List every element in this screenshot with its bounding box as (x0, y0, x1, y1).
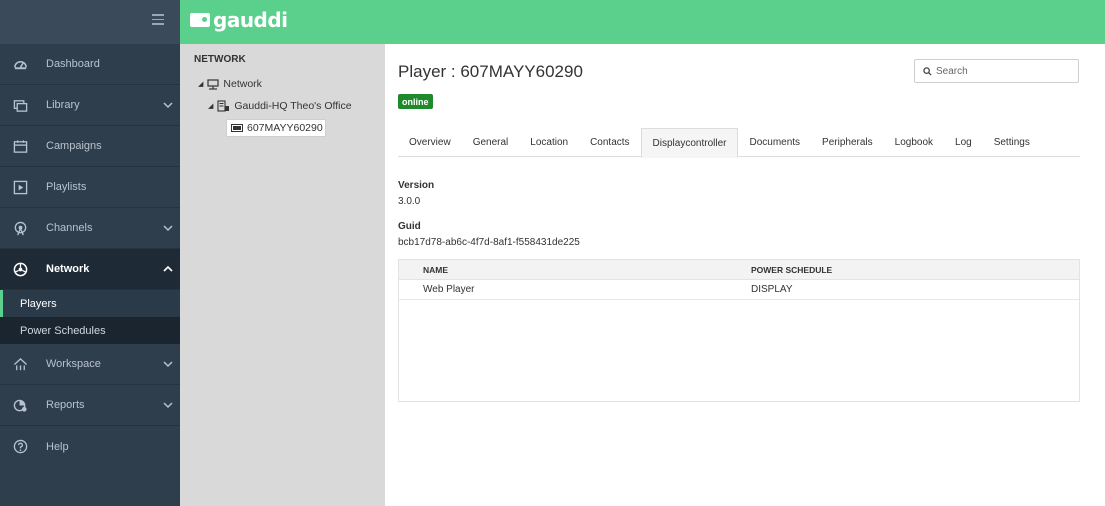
sidebar-item-label: Network (46, 263, 90, 275)
tree-node-label: 607MAYY60290 (247, 122, 323, 134)
tab-logbook[interactable]: Logbook (884, 128, 944, 157)
tab-log[interactable]: Log (944, 128, 983, 157)
library-icon (12, 97, 28, 113)
hamburger-menu-icon[interactable] (152, 14, 164, 26)
chevron-up-icon (163, 265, 173, 272)
column-header-power-schedule[interactable]: POWER SCHEDULE (751, 265, 1079, 275)
group-node-icon (217, 100, 230, 112)
expand-triangle-icon[interactable]: ◢ (208, 102, 213, 110)
chevron-down-icon (163, 361, 173, 368)
sidebar-item-reports[interactable]: Reports (0, 385, 180, 426)
network-node-icon (207, 78, 219, 90)
sidebar-top (0, 0, 180, 44)
logo[interactable]: gauddi (190, 8, 288, 32)
tab-documents[interactable]: Documents (738, 128, 811, 157)
tree-node-label: Network (223, 78, 262, 90)
tab-peripherals[interactable]: Peripherals (811, 128, 884, 157)
chevron-down-icon (163, 402, 173, 409)
sidebar-item-channels[interactable]: Channels (0, 208, 180, 249)
sidebar-item-label: Campaigns (46, 140, 102, 152)
sidebar-item-label: Channels (46, 222, 93, 234)
sidebar: Dashboard Library Campaigns Playlists Ch… (0, 0, 180, 506)
sidebar-item-label: Workspace (46, 358, 101, 370)
status-badge: online (398, 94, 433, 109)
sidebar-item-help[interactable]: Help (0, 426, 180, 467)
column-header-name[interactable]: NAME (399, 265, 751, 275)
sidebar-item-dashboard[interactable]: Dashboard (0, 44, 180, 85)
help-icon (12, 439, 28, 455)
tab-settings[interactable]: Settings (983, 128, 1041, 157)
player-node-icon (231, 124, 243, 132)
sidebar-item-label: Dashboard (46, 58, 100, 70)
table-cell-name: Web Player (423, 284, 475, 295)
search-input[interactable]: Search (914, 59, 1079, 83)
guid-value: bcb17d78-ab6c-4f7d-8af1-f558431de225 (398, 237, 580, 248)
table-header: NAME POWER SCHEDULE (399, 260, 1079, 280)
search-icon (923, 66, 932, 76)
sidebar-subitem-label: Players (20, 297, 57, 310)
tree-title: NETWORK (194, 54, 246, 65)
search-placeholder: Search (936, 65, 968, 77)
chevron-down-icon (163, 102, 173, 109)
playlists-icon (12, 179, 28, 195)
tree-node-player[interactable]: 607MAYY60290 (226, 119, 326, 137)
sidebar-item-label: Reports (46, 399, 85, 411)
sidebar-item-network[interactable]: Network (0, 249, 180, 290)
tree-node-label: Gauddi-HQ Theo's Office (234, 100, 352, 112)
sidebar-item-label: Library (46, 99, 80, 111)
version-label: Version (398, 180, 435, 191)
network-icon (12, 261, 28, 277)
table-row[interactable]: Web Player DISPLAY (399, 280, 1079, 300)
tab-contacts[interactable]: Contacts (579, 128, 640, 157)
chevron-down-icon (163, 225, 173, 232)
sidebar-item-workspace[interactable]: Workspace (0, 344, 180, 385)
power-schedule-table: NAME POWER SCHEDULE Web Player DISPLAY (398, 259, 1080, 402)
campaigns-icon (12, 138, 28, 154)
top-header: gauddi (180, 0, 1105, 44)
tab-displaycontroller[interactable]: Displaycontroller (640, 128, 739, 158)
tree-node-network[interactable]: ◢ Network (180, 75, 385, 93)
sidebar-subitem-label: Power Schedules (20, 324, 106, 337)
expand-triangle-icon[interactable]: ◢ (198, 80, 203, 88)
guid-label: Guid (398, 221, 421, 232)
sidebar-item-label: Playlists (46, 181, 87, 193)
sidebar-subitem-power-schedules[interactable]: Power Schedules (0, 317, 180, 344)
reports-icon (12, 397, 28, 413)
tab-bar: Overview General Location Contacts Displ… (398, 128, 1080, 158)
logo-text: gauddi (213, 8, 288, 32)
tab-overview[interactable]: Overview (398, 128, 462, 157)
sidebar-item-playlists[interactable]: Playlists (0, 167, 180, 208)
channels-icon (12, 220, 28, 236)
main-content: Player : 607MAYY60290 Search online Over… (385, 44, 1105, 506)
tab-general[interactable]: General (462, 128, 520, 157)
sidebar-item-label: Help (46, 440, 69, 453)
sidebar-item-campaigns[interactable]: Campaigns (0, 126, 180, 167)
logo-mark-icon (190, 13, 210, 27)
version-value: 3.0.0 (398, 196, 421, 207)
sidebar-item-library[interactable]: Library (0, 85, 180, 126)
workspace-icon (12, 356, 28, 372)
page-title: Player : 607MAYY60290 (398, 62, 583, 81)
tab-location[interactable]: Location (519, 128, 579, 157)
tree-node-group[interactable]: ◢ Gauddi-HQ Theo's Office (180, 97, 385, 115)
sidebar-subitem-players[interactable]: Players (0, 290, 180, 317)
dashboard-icon (12, 56, 28, 72)
network-tree-panel: NETWORK ◢ Network ◢ Gauddi-HQ Theo's Off… (180, 44, 385, 506)
table-cell-power-schedule: DISPLAY (751, 284, 793, 295)
